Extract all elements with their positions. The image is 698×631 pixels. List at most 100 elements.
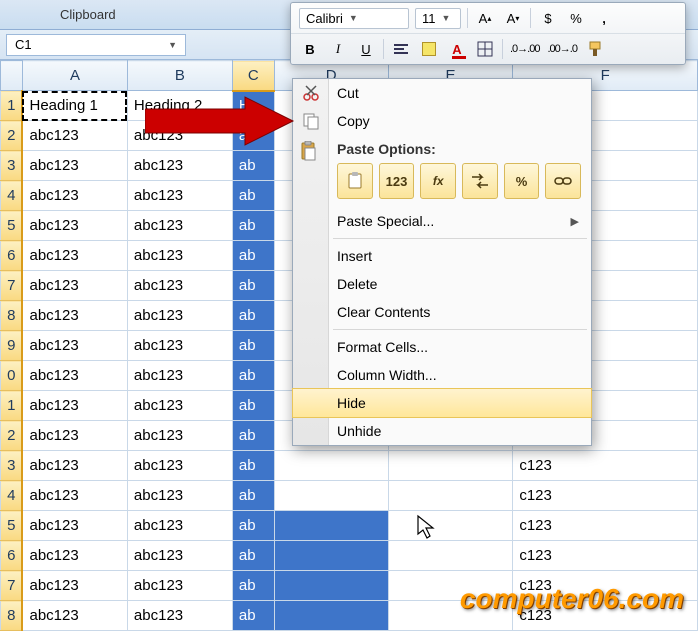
row-header-9[interactable]: 9 xyxy=(1,331,23,361)
row-header-14[interactable]: 4 xyxy=(1,481,23,511)
cell-F15[interactable]: c123 xyxy=(513,511,698,541)
cell-B3[interactable]: abc123 xyxy=(127,151,232,181)
cell-C9[interactable]: ab xyxy=(232,331,274,361)
row-header-8[interactable]: 8 xyxy=(1,301,23,331)
column-header-b[interactable]: B xyxy=(127,61,232,91)
cell-E16[interactable] xyxy=(388,541,513,571)
menu-item-unhide[interactable]: Unhide xyxy=(293,417,591,445)
paste-button-all[interactable] xyxy=(337,163,373,199)
cell-A1[interactable]: Heading 1 xyxy=(22,91,127,121)
cell-C6[interactable]: ab xyxy=(232,241,274,271)
cell-C13[interactable]: ab xyxy=(232,451,274,481)
row-header-4[interactable]: 4 xyxy=(1,181,23,211)
row-header-6[interactable]: 6 xyxy=(1,241,23,271)
row-header-2[interactable]: 2 xyxy=(1,121,23,151)
dropdown-icon[interactable]: ▼ xyxy=(168,40,177,50)
font-name-selector[interactable]: Calibri▼ xyxy=(299,8,409,29)
row-header-17[interactable]: 7 xyxy=(1,571,23,601)
cell-C5[interactable]: ab xyxy=(232,211,274,241)
cell-D16[interactable] xyxy=(274,541,388,571)
cell-E13[interactable] xyxy=(388,451,513,481)
cell-B11[interactable]: abc123 xyxy=(127,391,232,421)
font-size-selector[interactable]: 11▼ xyxy=(415,8,461,29)
cell-B4[interactable]: abc123 xyxy=(127,181,232,211)
row-header-13[interactable]: 3 xyxy=(1,451,23,481)
cell-D15[interactable] xyxy=(274,511,388,541)
cell-B15[interactable]: abc123 xyxy=(127,511,232,541)
menu-item-insert[interactable]: Insert xyxy=(293,242,591,270)
cell-B6[interactable]: abc123 xyxy=(127,241,232,271)
row-header-1[interactable]: 1 xyxy=(1,91,23,121)
fill-color-button[interactable] xyxy=(418,38,440,60)
cell-B12[interactable]: abc123 xyxy=(127,421,232,451)
cell-D17[interactable] xyxy=(274,571,388,601)
cell-A13[interactable]: abc123 xyxy=(22,451,127,481)
menu-item-copy[interactable]: Copy xyxy=(293,107,591,135)
cell-C18[interactable]: ab xyxy=(232,601,274,631)
cell-E14[interactable] xyxy=(388,481,513,511)
name-box[interactable]: C1 ▼ xyxy=(6,34,186,56)
increase-decimal-button[interactable]: .0→.00 xyxy=(509,38,540,60)
cell-A3[interactable]: abc123 xyxy=(22,151,127,181)
row-header-5[interactable]: 5 xyxy=(1,211,23,241)
row-header-15[interactable]: 5 xyxy=(1,511,23,541)
cell-A5[interactable]: abc123 xyxy=(22,211,127,241)
row-header-7[interactable]: 7 xyxy=(1,271,23,301)
row-header-11[interactable]: 1 xyxy=(1,391,23,421)
cell-A18[interactable]: abc123 xyxy=(22,601,127,631)
comma-format-button[interactable]: , xyxy=(593,7,615,29)
paste-button-transpose[interactable] xyxy=(462,163,498,199)
cell-C12[interactable]: ab xyxy=(232,421,274,451)
row-header-3[interactable]: 3 xyxy=(1,151,23,181)
cell-A9[interactable]: abc123 xyxy=(22,331,127,361)
cell-A10[interactable]: abc123 xyxy=(22,361,127,391)
shrink-font-button[interactable]: A▾ xyxy=(502,7,524,29)
cell-B13[interactable]: abc123 xyxy=(127,451,232,481)
cell-B17[interactable]: abc123 xyxy=(127,571,232,601)
cell-A11[interactable]: abc123 xyxy=(22,391,127,421)
font-color-button[interactable]: A xyxy=(446,38,468,60)
cell-D18[interactable] xyxy=(274,601,388,631)
cell-C4[interactable]: ab xyxy=(232,181,274,211)
cell-F16[interactable]: c123 xyxy=(513,541,698,571)
cell-A16[interactable]: abc123 xyxy=(22,541,127,571)
cell-B8[interactable]: abc123 xyxy=(127,301,232,331)
menu-item-format-cells[interactable]: Format Cells... xyxy=(293,333,591,361)
cell-F14[interactable]: c123 xyxy=(513,481,698,511)
cell-C3[interactable]: ab xyxy=(232,151,274,181)
accounting-format-button[interactable]: $ xyxy=(537,7,559,29)
cell-F13[interactable]: c123 xyxy=(513,451,698,481)
cell-C16[interactable]: ab xyxy=(232,541,274,571)
paste-button-formatting[interactable]: % xyxy=(504,163,540,199)
menu-item-cut[interactable]: Cut xyxy=(293,79,591,107)
cell-B16[interactable]: abc123 xyxy=(127,541,232,571)
cell-B18[interactable]: abc123 xyxy=(127,601,232,631)
italic-button[interactable]: I xyxy=(327,38,349,60)
paste-button-link[interactable] xyxy=(545,163,581,199)
menu-item-delete[interactable]: Delete xyxy=(293,270,591,298)
cell-C17[interactable]: ab xyxy=(232,571,274,601)
cell-A6[interactable]: abc123 xyxy=(22,241,127,271)
percent-format-button[interactable]: % xyxy=(565,7,587,29)
cell-A17[interactable]: abc123 xyxy=(22,571,127,601)
menu-item-hide[interactable]: Hide xyxy=(293,389,591,417)
align-button[interactable] xyxy=(390,38,412,60)
borders-button[interactable] xyxy=(474,38,496,60)
format-painter-button[interactable] xyxy=(584,38,606,60)
cell-C10[interactable]: ab xyxy=(232,361,274,391)
row-header-16[interactable]: 6 xyxy=(1,541,23,571)
cell-A14[interactable]: abc123 xyxy=(22,481,127,511)
cell-B5[interactable]: abc123 xyxy=(127,211,232,241)
cell-B14[interactable]: abc123 xyxy=(127,481,232,511)
cell-A15[interactable]: abc123 xyxy=(22,511,127,541)
select-all-corner[interactable] xyxy=(1,61,23,91)
cell-B10[interactable]: abc123 xyxy=(127,361,232,391)
cell-A12[interactable]: abc123 xyxy=(22,421,127,451)
cell-A4[interactable]: abc123 xyxy=(22,181,127,211)
cell-E15[interactable] xyxy=(388,511,513,541)
cell-C15[interactable]: ab xyxy=(232,511,274,541)
column-header-c[interactable]: C xyxy=(232,61,274,91)
paste-button-formulas[interactable]: fx xyxy=(420,163,456,199)
underline-button[interactable]: U xyxy=(355,38,377,60)
cell-B9[interactable]: abc123 xyxy=(127,331,232,361)
